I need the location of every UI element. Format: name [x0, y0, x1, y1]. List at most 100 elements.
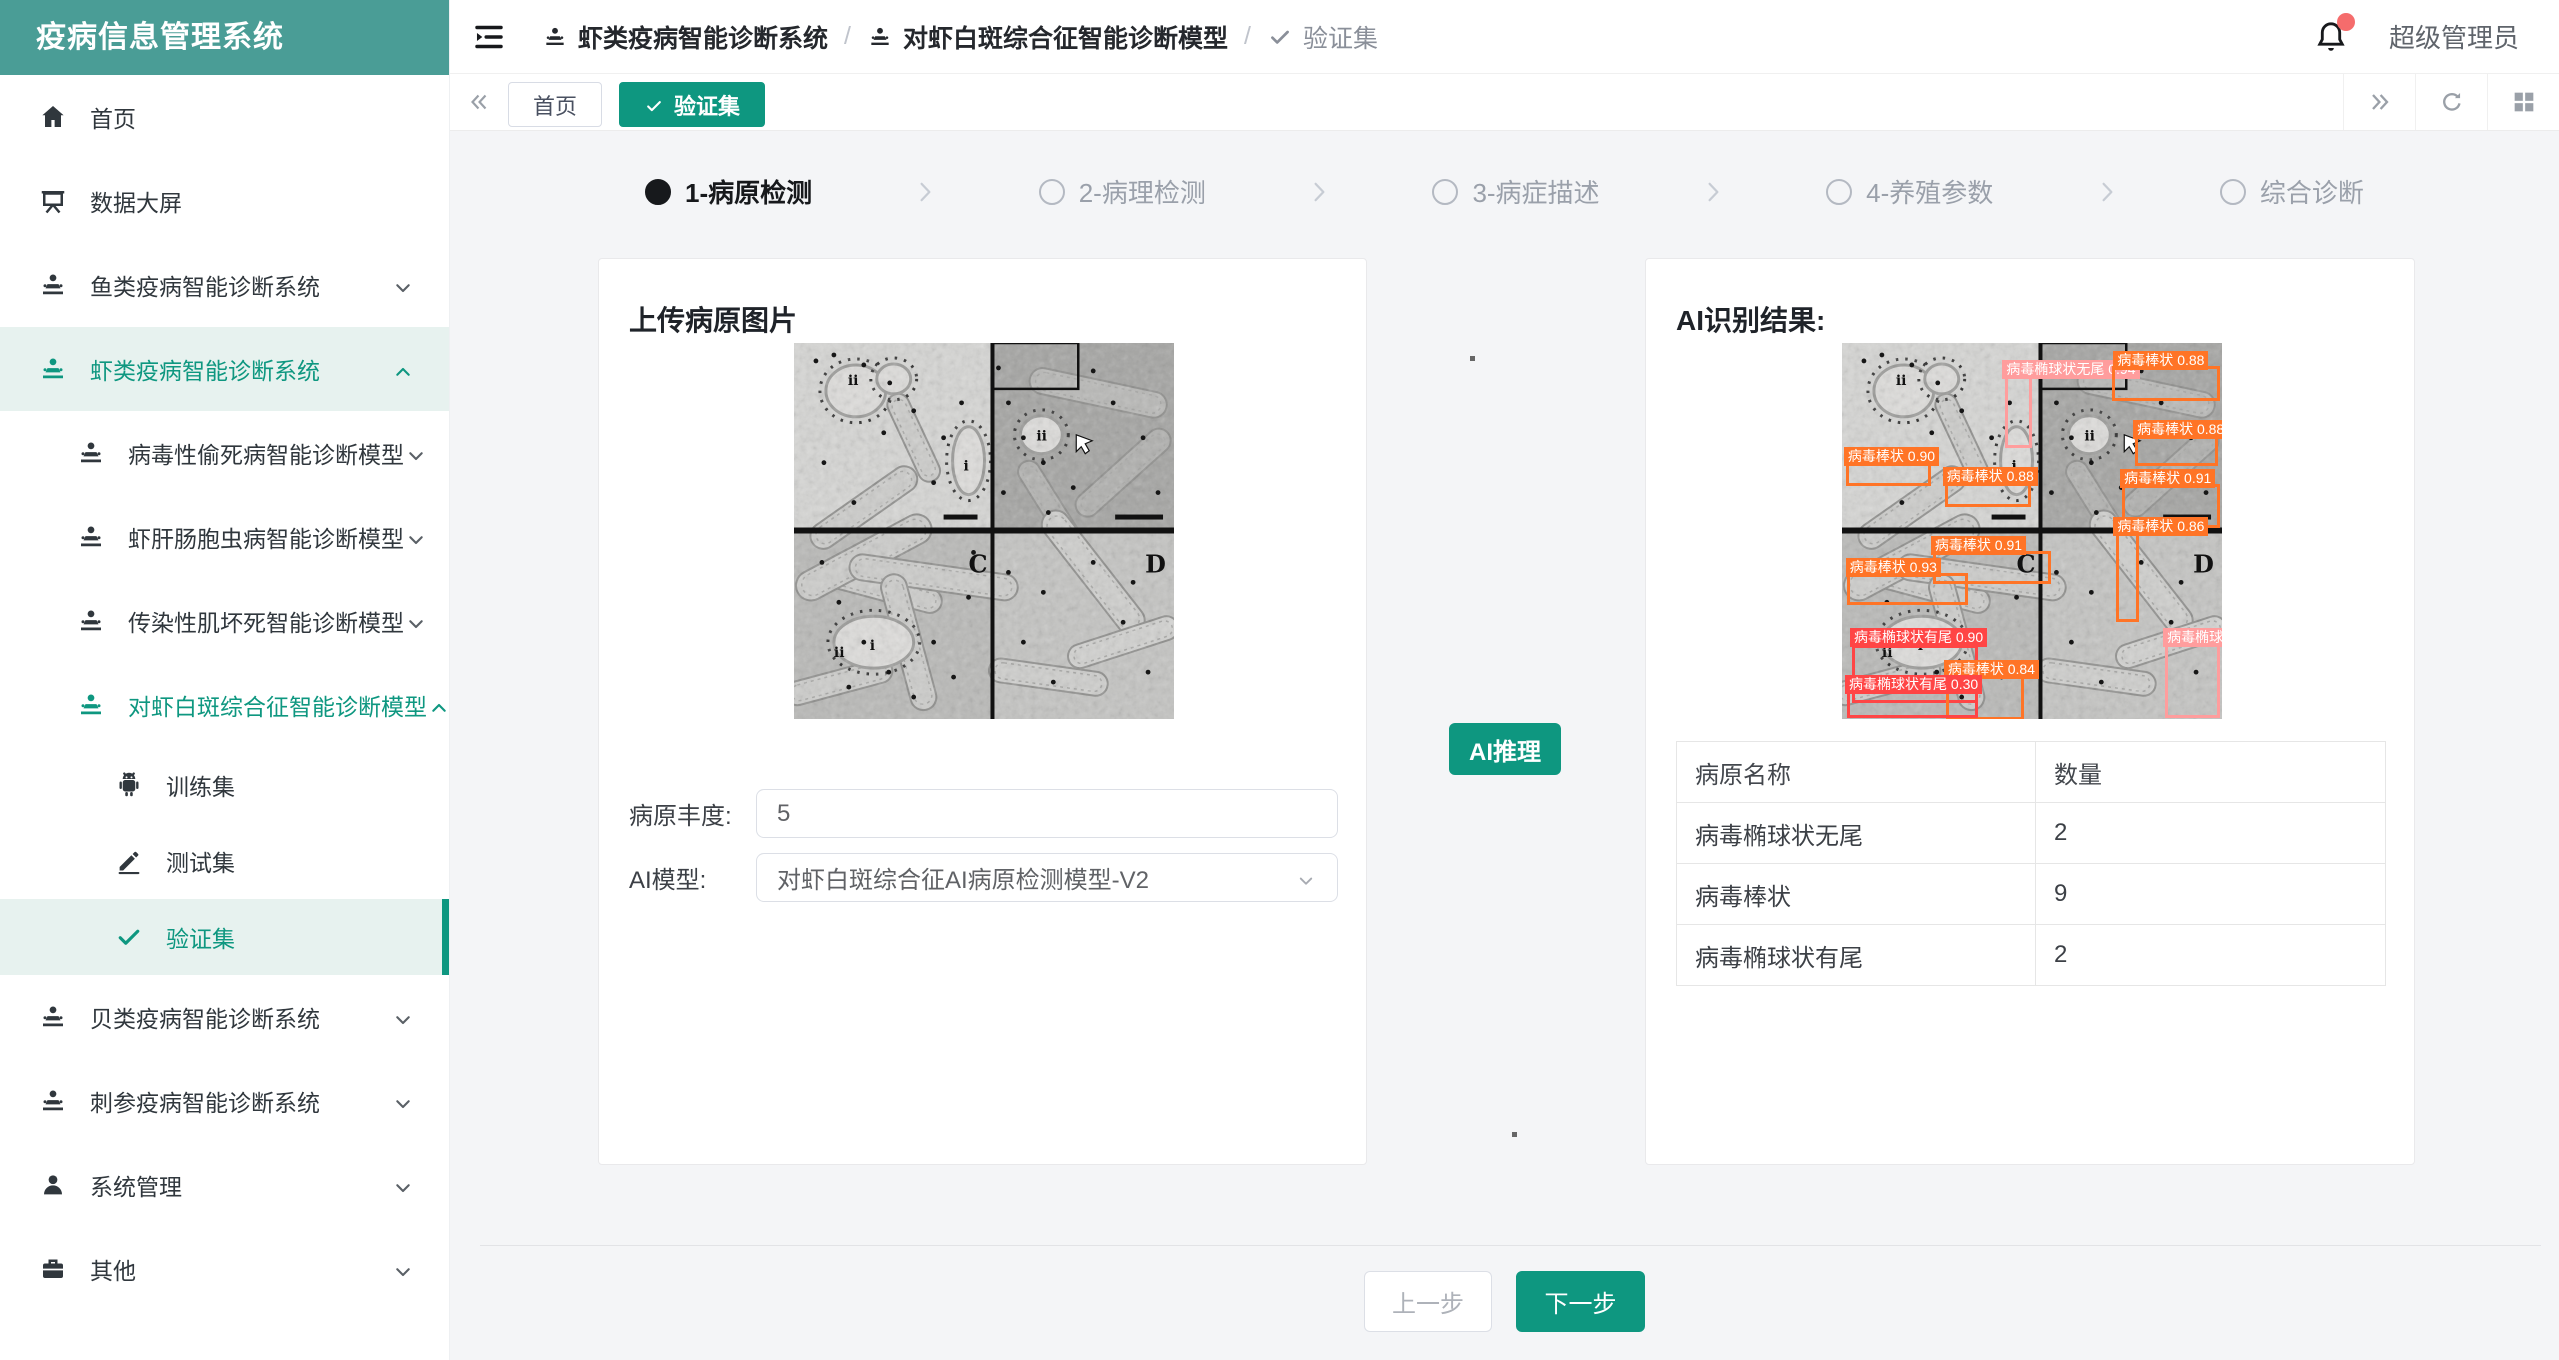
abundance-row: 病原丰度: 5: [629, 789, 1338, 838]
footer-divider: [480, 1245, 2541, 1246]
chevron-down-icon: [1295, 867, 1317, 889]
table-cell: 2: [2036, 925, 2385, 985]
sidebar-item-测试集[interactable]: 测试集: [0, 823, 449, 899]
detection-label: 病毒椭球状有尾 0.30: [1845, 675, 1982, 694]
robot-icon: [114, 770, 144, 800]
svg-text:D: D: [2193, 550, 2214, 578]
chevron-down-icon: [404, 525, 428, 549]
step-label: 综合诊断: [2260, 173, 2364, 210]
abundance-value: 5: [777, 800, 790, 828]
chevron-down-icon: [404, 441, 428, 465]
main-content: 1-病原检测 2-病理检测 3-病症描述 4-养殖参数 综合诊断 上传病原图片 CDii…: [450, 131, 2559, 1360]
step-separator-icon: [1698, 177, 1728, 207]
sidebar-item-label: 病毒性偷死病智能诊断模型: [128, 436, 404, 470]
sidebar-item-虾类疫病智能诊断系统[interactable]: 虾类疫病智能诊断系统: [0, 327, 449, 411]
notification-bell-icon[interactable]: [2313, 19, 2349, 55]
sidebar-item-label: 系统管理: [90, 1168, 182, 1202]
lectern-icon: [38, 354, 68, 384]
sidebar-item-label: 验证集: [166, 920, 235, 954]
sidebar-item-虾肝肠胞虫病智能诊断模型[interactable]: 虾肝肠胞虫病智能诊断模型: [0, 495, 449, 579]
lectern-icon: [867, 22, 893, 51]
sidebar-item-数据大屏[interactable]: 数据大屏: [0, 159, 449, 243]
header-right: 超级管理员: [2313, 18, 2519, 55]
pathogen-source-image[interactable]: CDiiiiiiii: [794, 343, 1174, 719]
detection-label: 病毒椭球状有尾 0.90: [1850, 628, 1987, 647]
breadcrumb-separator: /: [844, 22, 851, 51]
tab-验证集[interactable]: 验证集: [619, 82, 765, 127]
step-separator-icon: [1304, 177, 1334, 207]
sidebar-item-贝类疫病智能诊断系统[interactable]: 贝类疫病智能诊断系统: [0, 975, 449, 1059]
sidebar-item-鱼类疫病智能诊断系统[interactable]: 鱼类疫病智能诊断系统: [0, 243, 449, 327]
step-separator-icon: [910, 177, 940, 207]
result-card-title: AI识别结果:: [1646, 259, 2414, 339]
lectern-icon: [38, 1002, 68, 1032]
breadcrumb-item-对虾白斑综合征智能诊断模型[interactable]: 对虾白斑综合征智能诊断模型: [867, 19, 1228, 55]
table-row: 病毒棒状9: [1677, 864, 2385, 925]
breadcrumb-item-虾类疫病智能诊断系统[interactable]: 虾类疫病智能诊断系统: [542, 19, 828, 55]
sidebar-item-验证集[interactable]: 验证集: [0, 899, 449, 975]
app-root: 疫病信息管理系统 首页数据大屏鱼类疫病智能诊断系统虾类疫病智能诊断系统病毒性偷死…: [0, 0, 2559, 1360]
table-header-cell: 病原名称: [1677, 742, 2036, 802]
wizard-footer: 上一步 下一步: [450, 1271, 2559, 1332]
tabs-scroll-left-icon[interactable]: [450, 74, 508, 130]
detection-label: 病毒棒状 0.88: [1943, 467, 2038, 486]
layout-grid-icon[interactable]: [2487, 74, 2559, 130]
abundance-input[interactable]: 5: [756, 789, 1338, 838]
step-label: 4-养殖参数: [1866, 173, 1993, 210]
stray-dot: [1470, 356, 1475, 361]
step-2-病理检测[interactable]: 2-病理检测: [1039, 173, 1206, 210]
ai-model-row: AI模型: 对虾白斑综合征AI病原检测模型-V2: [629, 853, 1338, 902]
top-header: 虾类疫病智能诊断系统/对虾白斑综合征智能诊断模型/验证集 超级管理员: [450, 0, 2559, 74]
result-card: AI识别结果: CDiiiiiiii病毒椭球状无尾 0.94病毒棒状 0.88病…: [1645, 258, 2415, 1165]
sidebar-item-传染性肌坏死智能诊断模型[interactable]: 传染性肌坏死智能诊断模型: [0, 579, 449, 663]
sidebar-item-label: 鱼类疫病智能诊断系统: [90, 268, 320, 302]
chevron-up-icon: [391, 357, 415, 381]
table-cell: 9: [2036, 864, 2385, 924]
ai-model-select[interactable]: 对虾白斑综合征AI病原检测模型-V2: [756, 853, 1338, 902]
breadcrumb: 虾类疫病智能诊断系统/对虾白斑综合征智能诊断模型/验证集: [542, 19, 1378, 55]
screen-icon: [38, 186, 68, 216]
step-4-养殖参数[interactable]: 4-养殖参数: [1826, 173, 1993, 210]
sidebar-item-系统管理[interactable]: 系统管理: [0, 1143, 449, 1227]
prev-step-button[interactable]: 上一步: [1364, 1271, 1492, 1332]
sidebar-item-病毒性偷死病智能诊断模型[interactable]: 病毒性偷死病智能诊断模型: [0, 411, 449, 495]
table-header-row: 病原名称数量: [1677, 742, 2385, 803]
sidebar-item-训练集[interactable]: 训练集: [0, 747, 449, 823]
svg-text:ii: ii: [1036, 429, 1047, 445]
home-icon: [38, 102, 68, 132]
next-step-button[interactable]: 下一步: [1516, 1271, 1645, 1332]
step-dot: [1039, 179, 1065, 205]
ai-annotated-image[interactable]: CDiiiiiiii病毒椭球状无尾 0.94病毒棒状 0.88病毒棒状 0.90…: [1842, 343, 2222, 719]
chevron-down-icon: [391, 1089, 415, 1113]
table-row: 病毒椭球状无尾2: [1677, 803, 2385, 864]
lectern-icon: [76, 438, 106, 468]
table-header-cell: 数量: [2036, 742, 2385, 802]
refresh-icon[interactable]: [2415, 74, 2487, 130]
step-1-病原检测[interactable]: 1-病原检测: [645, 173, 812, 210]
sidebar-item-刺参疫病智能诊断系统[interactable]: 刺参疫病智能诊断系统: [0, 1059, 449, 1143]
detection-box: [1847, 690, 1978, 718]
menu-collapse-icon[interactable]: [472, 20, 506, 54]
chevron-down-icon: [391, 1005, 415, 1029]
detection-box: [2116, 531, 2139, 623]
breadcrumb-item-验证集[interactable]: 验证集: [1267, 19, 1378, 55]
ai-infer-button[interactable]: AI推理: [1449, 723, 1561, 775]
step-3-病症描述[interactable]: 3-病症描述: [1432, 173, 1599, 210]
detection-box: [2112, 366, 2220, 401]
current-user[interactable]: 超级管理员: [2389, 18, 2519, 55]
tab-首页[interactable]: 首页: [508, 82, 602, 127]
sidebar-item-其他[interactable]: 其他: [0, 1227, 449, 1311]
lectern-icon: [542, 22, 568, 51]
sidebar-item-对虾白斑综合征智能诊断模型[interactable]: 对虾白斑综合征智能诊断模型: [0, 663, 449, 747]
detection-label: 病毒棒状 0.91: [1931, 536, 2026, 555]
step-综合诊断[interactable]: 综合诊断: [2220, 173, 2364, 210]
abundance-label: 病原丰度:: [629, 796, 756, 831]
upload-card-title: 上传病原图片: [599, 259, 1366, 339]
lectern-icon: [76, 690, 106, 720]
check-icon: [644, 92, 664, 118]
tabs-scroll-right-icon[interactable]: [2343, 74, 2415, 130]
lectern-icon: [76, 606, 106, 636]
briefcase-icon: [38, 1254, 68, 1284]
sidebar-item-label: 虾肝肠胞虫病智能诊断模型: [128, 520, 404, 554]
sidebar-item-首页[interactable]: 首页: [0, 75, 449, 159]
